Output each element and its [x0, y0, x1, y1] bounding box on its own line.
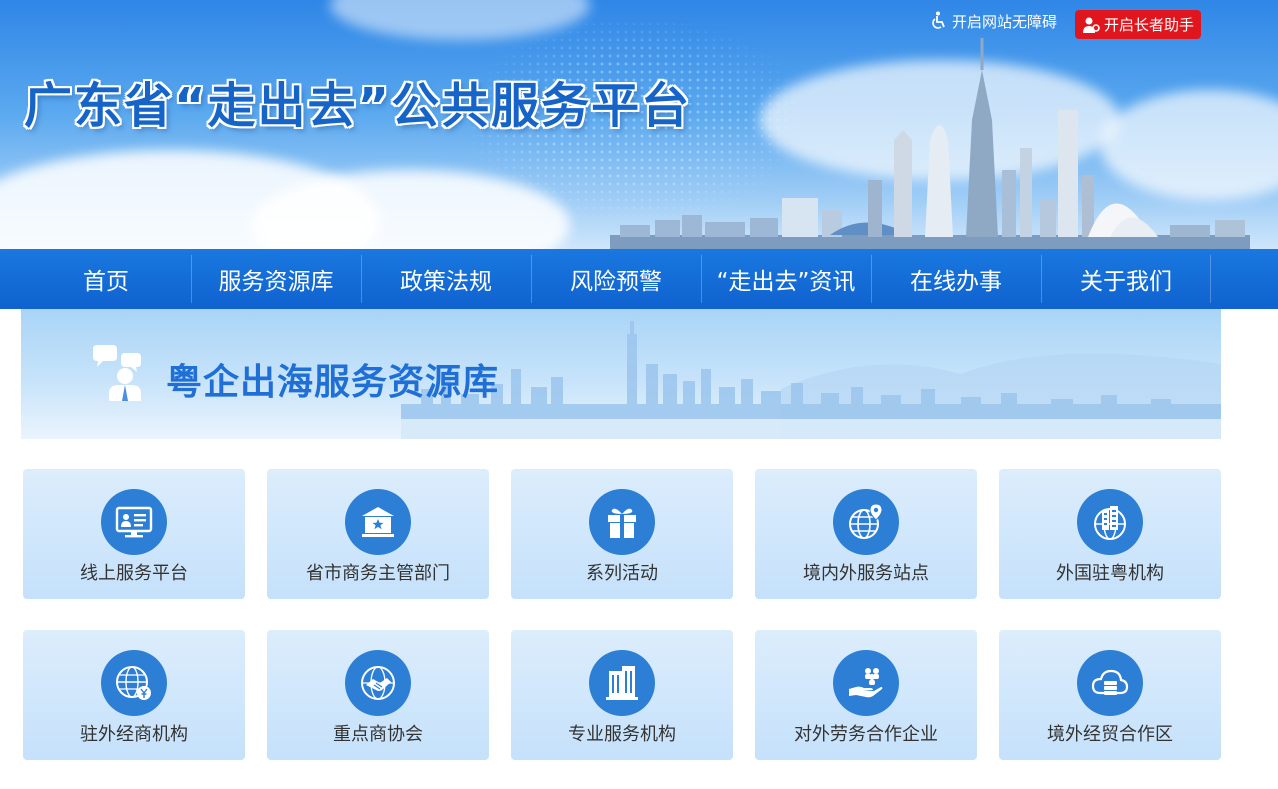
- card-label: 线上服务平台: [80, 563, 188, 584]
- card-overseas-commercial-offices[interactable]: 驻外经商机构: [23, 630, 245, 760]
- section-banner: 粤企出海服务资源库: [21, 309, 1221, 439]
- city-skyline-image: [610, 38, 1250, 249]
- cloud-server-icon: [1091, 669, 1129, 695]
- card-chambers-of-commerce[interactable]: 重点商协会: [267, 630, 489, 760]
- site-title: 广东省“走出去”公共服务平台: [24, 78, 692, 134]
- card-label: 重点商协会: [333, 724, 423, 745]
- card-economic-trade-zones[interactable]: 境外经贸合作区: [999, 630, 1221, 760]
- card-series-activities[interactable]: 系列活动: [511, 469, 733, 599]
- top-banner: 广东省“走出去”公共服务平台 开启网站无障碍 开启长者助手: [0, 0, 1278, 249]
- card-label: 专业服务机构: [568, 724, 676, 745]
- card-professional-services[interactable]: 专业服务机构: [511, 630, 733, 760]
- consultant-icon: [93, 345, 141, 401]
- nav-item-policies[interactable]: 政策法规: [361, 249, 531, 309]
- card-commerce-departments[interactable]: 省市商务主管部门: [267, 469, 489, 599]
- nav-item-online-services[interactable]: 在线办事: [871, 249, 1041, 309]
- accessibility-label: 开启网站无障碍: [952, 12, 1058, 31]
- card-foreign-institutions[interactable]: 外国驻粤机构: [999, 469, 1221, 599]
- monitor-profile-icon: [115, 506, 153, 538]
- nav-item-about-us[interactable]: 关于我们: [1041, 249, 1211, 309]
- globe-location-icon: [849, 503, 883, 539]
- card-labor-cooperation[interactable]: 对外劳务合作企业: [755, 630, 977, 760]
- main-nav: 首页 服务资源库 政策法规 风险预警 “走出去”资讯 在线办事 关于我们: [0, 249, 1278, 309]
- card-label: 驻外经商机构: [80, 724, 188, 745]
- card-label: 外国驻粤机构: [1056, 563, 1164, 584]
- elder-user-icon: [1082, 17, 1100, 33]
- section-title: 粤企出海服务资源库: [166, 362, 500, 403]
- card-online-service-platform[interactable]: 线上服务平台: [23, 469, 245, 599]
- card-service-stations[interactable]: 境内外服务站点: [755, 469, 977, 599]
- card-label: 对外劳务合作企业: [794, 724, 938, 745]
- hand-people-icon: [849, 668, 883, 698]
- nav-item-risk-warning[interactable]: 风险预警: [531, 249, 701, 309]
- office-building-icon: [606, 666, 638, 700]
- gift-icon: [608, 508, 636, 538]
- city-background-image: [401, 321, 1221, 439]
- accessibility-link[interactable]: 开启网站无障碍: [930, 10, 1057, 32]
- globe-buildings-icon: [1094, 506, 1126, 540]
- card-label: 省市商务主管部门: [306, 563, 450, 584]
- elder-mode-button[interactable]: 开启长者助手: [1075, 10, 1201, 39]
- government-building-icon: [362, 507, 394, 537]
- nav-item-resource-library[interactable]: 服务资源库: [191, 249, 361, 309]
- card-label: 系列活动: [586, 563, 658, 584]
- globe-handshake-icon: [361, 666, 395, 700]
- nav-item-news[interactable]: “走出去”资讯: [701, 249, 871, 309]
- wheelchair-icon: [932, 11, 945, 29]
- nav-item-home[interactable]: 首页: [21, 249, 191, 309]
- elder-mode-label: 开启长者助手: [1103, 16, 1194, 34]
- card-label: 境外经贸合作区: [1047, 724, 1173, 745]
- globe-yen-icon: [116, 666, 151, 700]
- card-label: 境内外服务站点: [803, 563, 929, 584]
